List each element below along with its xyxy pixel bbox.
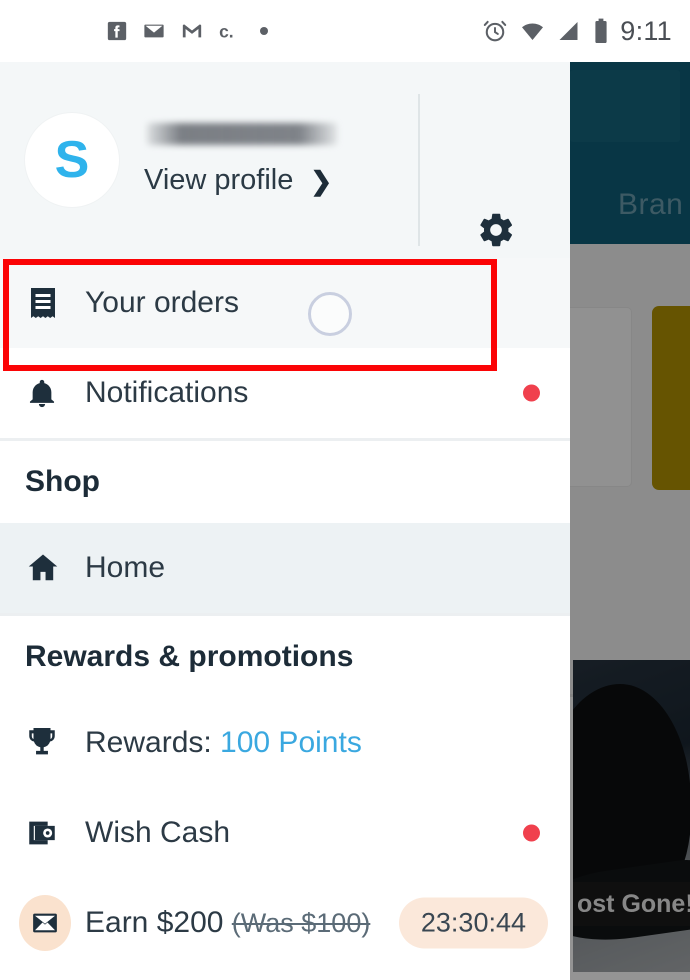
envelope-icon bbox=[33, 913, 57, 933]
avatar[interactable]: S bbox=[25, 113, 119, 207]
section-header-rewards: Rewards & promotions bbox=[0, 616, 570, 698]
rewards-prefix: Rewards: bbox=[85, 726, 221, 759]
chevron-right-icon: ❯ bbox=[310, 165, 333, 196]
profile-divider bbox=[418, 94, 420, 246]
status-bar-clock: 9:11 bbox=[620, 15, 672, 46]
phone-screen: Bran ost Gone! e S View profile bbox=[0, 0, 690, 980]
cell-signal-icon bbox=[557, 19, 582, 43]
bell-icon bbox=[25, 376, 71, 410]
touch-indicator bbox=[308, 292, 352, 336]
trophy-icon bbox=[25, 726, 71, 760]
drawer-item-label: Earn $200 (Was $100) bbox=[85, 906, 370, 940]
avatar-letter: S bbox=[54, 131, 90, 189]
receipt-icon bbox=[25, 285, 71, 321]
drawer-item-label: Your orders bbox=[85, 286, 239, 319]
drawer-item-label: Rewards: 100 Points bbox=[85, 726, 362, 760]
wifi-icon bbox=[519, 19, 546, 43]
settings-button[interactable] bbox=[474, 208, 518, 252]
gear-icon bbox=[480, 213, 512, 247]
drawer-item-your-orders[interactable]: Your orders bbox=[0, 258, 570, 348]
navigation-drawer: S View profile ❯ Your orders Notificatio… bbox=[0, 62, 570, 980]
facebook-icon bbox=[106, 20, 128, 42]
status-bar: c. 9:11 bbox=[0, 0, 690, 62]
drawer-item-home[interactable]: Home bbox=[0, 523, 570, 613]
view-profile-label: View profile bbox=[144, 164, 294, 196]
promo-countdown-timer: 23:30:44 bbox=[398, 897, 548, 949]
gmail-icon bbox=[180, 20, 204, 42]
earn-previous-amount: (Was $100) bbox=[231, 908, 371, 938]
drawer-item-wish-cash[interactable]: Wish Cash bbox=[0, 788, 570, 878]
alarm-icon bbox=[482, 18, 508, 44]
drawer-item-rewards[interactable]: Rewards: 100 Points bbox=[0, 698, 570, 788]
dot-icon bbox=[258, 25, 270, 37]
svg-text:c.: c. bbox=[219, 21, 234, 41]
battery-icon bbox=[593, 18, 609, 44]
rewards-points-value: 100 Points bbox=[220, 726, 362, 759]
earn-amount-text: Earn $200 bbox=[85, 906, 232, 939]
drawer-item-label: Notifications bbox=[85, 376, 249, 409]
wallet-icon bbox=[25, 816, 71, 850]
status-bar-notification-icons: c. bbox=[106, 20, 270, 42]
mail-icon bbox=[142, 20, 166, 42]
drawer-item-notifications[interactable]: Notifications bbox=[0, 348, 570, 438]
drawer-item-earn-promo[interactable]: Earn $200 (Was $100) 23:30:44 bbox=[0, 878, 570, 968]
home-icon bbox=[25, 550, 71, 586]
drawer-item-label: Wish Cash bbox=[85, 816, 231, 849]
section-header-shop: Shop bbox=[0, 441, 570, 523]
profile-header[interactable]: S View profile ❯ bbox=[0, 62, 570, 258]
profile-text: View profile ❯ bbox=[144, 123, 337, 197]
envelope-icon-background bbox=[19, 895, 71, 951]
drawer-item-label: Home bbox=[85, 551, 166, 584]
envelope-icon-wrapper bbox=[19, 895, 71, 951]
wish-cash-badge-dot bbox=[523, 824, 540, 842]
view-profile-link[interactable]: View profile ❯ bbox=[144, 164, 337, 197]
user-name-redacted bbox=[147, 123, 337, 145]
notification-badge-dot bbox=[523, 384, 540, 402]
section-header-label: Shop bbox=[25, 465, 100, 498]
c-app-icon: c. bbox=[218, 20, 244, 42]
status-bar-system-icons: 9:11 bbox=[482, 16, 672, 47]
section-header-label: Rewards & promotions bbox=[25, 640, 354, 673]
